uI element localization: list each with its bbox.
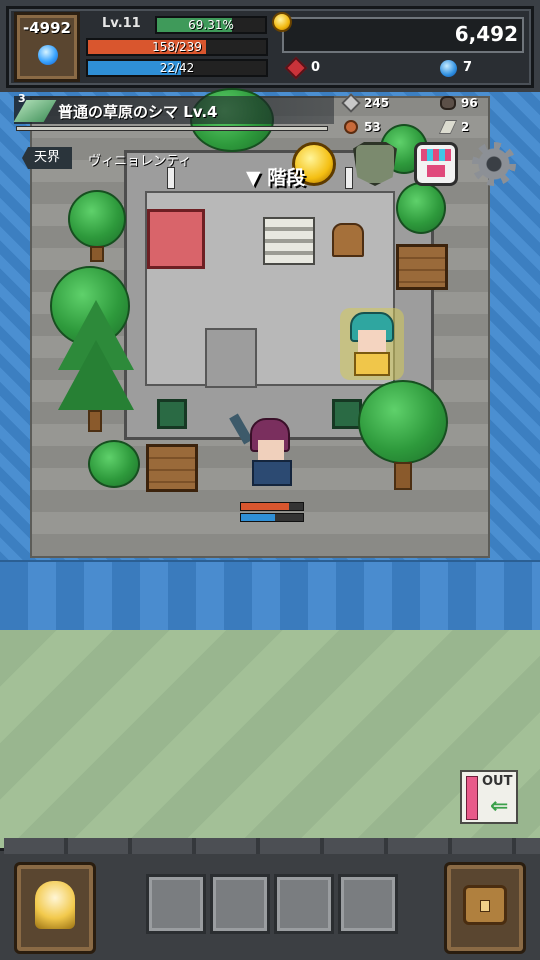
blue-gem-icon [440,60,457,77]
realm-tag[interactable]: 天界 [22,147,72,169]
window-left [157,399,187,429]
item-slot[interactable] [338,874,398,934]
hero-portrait-icon [35,881,75,929]
hp-text: 158/239 [152,40,202,54]
hp-bar: 158/239 [86,38,268,56]
gold-coin-icon [272,12,292,32]
badge-value: -4992 [23,19,71,37]
npc-green-hair[interactable] [340,308,404,380]
grass-field [0,630,540,848]
house-wall-inner [205,328,257,388]
hero-menu-button[interactable] [14,862,96,954]
item-slot[interactable] [146,874,206,934]
wooden-crate [146,444,198,492]
item-slot[interactable] [210,874,270,934]
exit-door-button[interactable]: OUT ⇐ [460,770,518,824]
stairs-label[interactable]: ▼ 階段 [246,163,305,190]
shop-stall-icon[interactable] [414,142,458,186]
npc-face [358,330,386,352]
player-hp-fill [241,503,290,510]
meat-icon [344,120,358,134]
gold-value: 6,492 [454,22,518,46]
blue-gem-count: 7 [463,60,473,75]
tree [88,440,140,488]
npc-body [354,352,390,376]
attack-stat: 245 [364,96,390,110]
level-label: Lv.11 [102,16,141,31]
meat-stat: 53 [364,120,381,134]
tree-trunk [90,246,104,262]
player-body [252,460,292,486]
tree [68,190,126,248]
player-mp-fill [241,514,276,521]
player-character[interactable] [229,413,306,490]
red-treasure-chest[interactable] [147,209,205,269]
tree [358,380,448,464]
pine-tree [58,340,134,410]
red-crystal-count: 0 [311,60,321,75]
tree [396,182,446,234]
dock-rail [4,838,540,854]
player-mp-bar [240,513,304,522]
backpack-icon [463,885,507,925]
stairs[interactable] [263,217,315,265]
wooden-chair [332,223,364,257]
exit-arrow-icon: ⇐ [490,794,509,819]
door-icon [466,776,478,820]
tree-trunk [88,410,102,432]
exit-label: OUT [482,774,513,789]
mp-text: 22/42 [159,61,195,75]
feather-stat: 2 [461,120,470,134]
ore-icon [440,96,456,110]
inventory-button[interactable] [444,862,526,954]
hero-badge[interactable]: -4992 [14,12,80,82]
realm-place-name: ヴィニョレンティ [88,154,192,169]
player-hp-bar [240,502,304,511]
tree-trunk [394,462,412,490]
player-face [258,440,284,460]
mp-bar: 22/42 [86,59,268,77]
ore-stat: 96 [461,96,478,110]
backpack-clasp [480,900,490,912]
xp-text: 69.31% [188,18,234,32]
candle-left [167,167,175,189]
water-channel [0,560,540,630]
xp-bar: 69.31% [155,16,267,34]
location-name: 普通の草原のシマ Lv.4 [58,103,218,121]
location-progress-bar [16,126,328,131]
item-slot[interactable] [274,874,334,934]
wooden-crate [396,244,448,290]
candle-right [345,167,353,189]
settings-gear-icon[interactable] [472,142,516,186]
blue-flame-icon [38,45,58,65]
